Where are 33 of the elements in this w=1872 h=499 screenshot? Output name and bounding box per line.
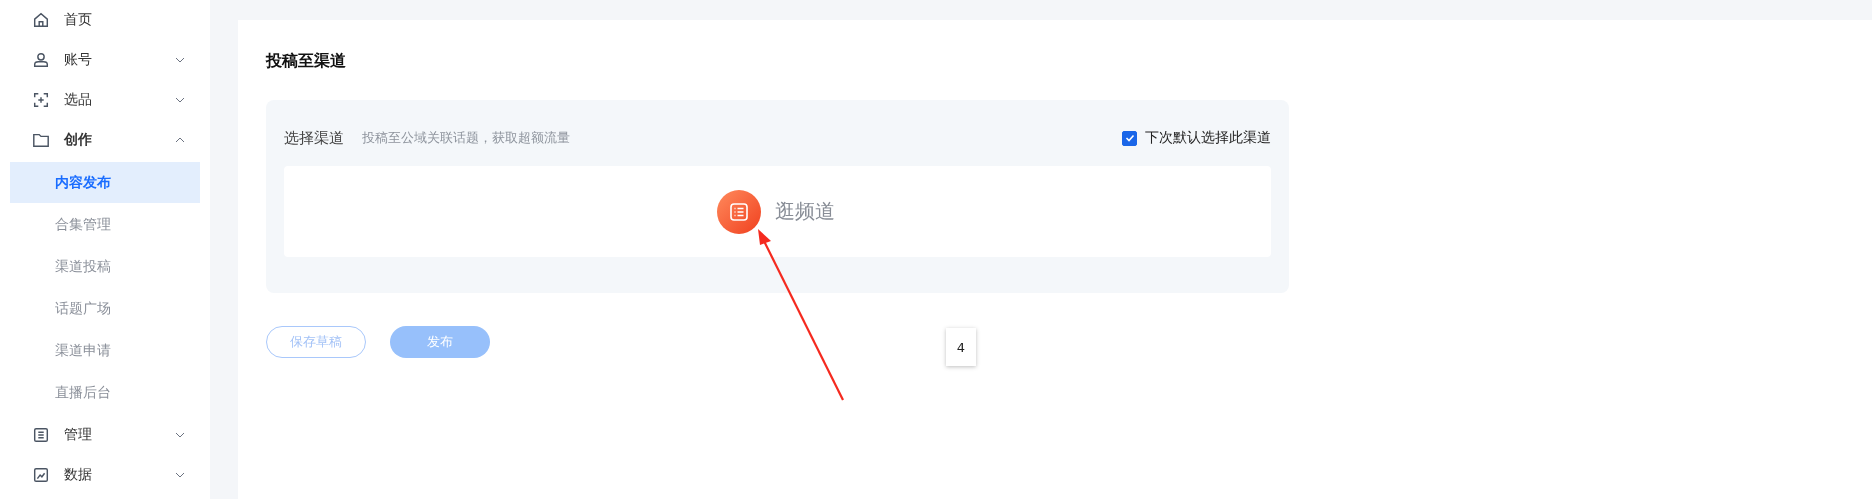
submenu-item[interactable]: 合集管理 <box>10 205 200 245</box>
sidebar-item[interactable]: 数据 <box>0 455 210 495</box>
add-scan-icon <box>32 91 50 109</box>
channel-hint: 投稿至公域关联话题，获取超额流量 <box>362 129 571 147</box>
default-channel-checkbox[interactable]: 下次默认选择此渠道 <box>1122 129 1271 147</box>
sidebar-item[interactable]: 首页 <box>0 0 210 40</box>
submenu-item[interactable]: 话题广场 <box>10 289 200 329</box>
sidebar-label: 首页 <box>64 11 93 29</box>
sidebar-item[interactable]: 创作 <box>0 120 210 160</box>
sidebar-item[interactable]: 账号 <box>0 40 210 80</box>
folder-icon <box>32 131 50 149</box>
section-title: 投稿至渠道 <box>266 50 346 71</box>
submenu-item[interactable]: 直播后台 <box>10 373 200 413</box>
sidebar-label: 创作 <box>64 131 93 149</box>
chart-icon <box>32 466 50 484</box>
sidebar-label: 数据 <box>64 466 93 484</box>
submenu-item[interactable]: 渠道投稿 <box>10 247 200 287</box>
submenu-item[interactable]: 渠道申请 <box>10 331 200 371</box>
sidebar-label: 账号 <box>64 51 93 69</box>
submenu-item[interactable]: 内容发布 <box>10 162 200 203</box>
checkbox[interactable] <box>1122 130 1137 146</box>
channel-name[interactable]: 逛频道 <box>774 198 835 225</box>
sidebar-label: 选品 <box>64 91 93 109</box>
home-icon <box>32 11 50 29</box>
document-icon <box>32 426 50 444</box>
channel-logo-icon <box>716 189 761 234</box>
user-icon <box>32 51 50 69</box>
sidebar-label: 管理 <box>64 426 93 444</box>
step-badge: 4 <box>946 328 976 366</box>
sidebar-item[interactable]: 选品 <box>0 80 210 120</box>
checkmark-icon <box>1123 132 1136 144</box>
sidebar-item[interactable]: 管理 <box>0 415 210 455</box>
channel-label: 选择渠道 <box>284 128 344 148</box>
